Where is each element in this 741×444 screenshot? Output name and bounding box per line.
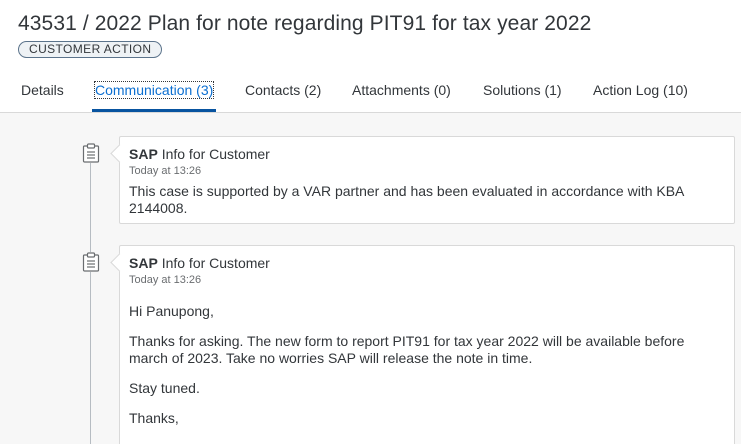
tab-communication-label: Communication (3) [93, 81, 215, 99]
tab-action-log[interactable]: Action Log (10) [593, 82, 688, 98]
message-header: SAP Info for Customer [120, 246, 734, 271]
page-header: 43531 / 2022 Plan for note regarding PIT… [0, 0, 741, 113]
message-time: Today at 13:26 [129, 165, 202, 177]
tab-contacts[interactable]: Contacts (2) [245, 82, 321, 98]
message-paragraph: Thanks, [129, 410, 179, 426]
message-paragraph: This case is supported by a VAR partner … [129, 183, 684, 216]
message-body: This case is supported by a VAR partner … [120, 177, 734, 217]
tab-details-label: Details [21, 82, 64, 98]
tab-action-log-label: Action Log (10) [593, 82, 688, 98]
page-title: 43531 / 2022 Plan for note regarding PIT… [18, 12, 592, 35]
status-badge: CUSTOMER ACTION [18, 41, 163, 58]
message-paragraph: Stay tuned. [129, 380, 200, 396]
message-body: Hi Panupong, Thanks for asking. The new … [120, 303, 734, 427]
tab-attachments-label: Attachments (0) [352, 82, 451, 98]
tab-communication[interactable]: Communication (3) [93, 81, 215, 99]
tab-attachments[interactable]: Attachments (0) [352, 82, 451, 98]
message-author: SAP [129, 255, 158, 271]
tab-bar: Details Communication (3) Contacts (2) A… [0, 81, 741, 112]
active-tab-indicator [92, 109, 216, 112]
tab-solutions[interactable]: Solutions (1) [483, 82, 562, 98]
message-card: SAP Info for Customer Today at 13:26 Thi… [119, 136, 735, 224]
message-type: Info for Customer [161, 146, 270, 162]
tab-contacts-label: Contacts (2) [245, 82, 322, 98]
clipboard-icon [82, 143, 100, 163]
message-type: Info for Customer [161, 255, 270, 271]
message-header: SAP Info for Customer [120, 137, 734, 162]
tab-details[interactable]: Details [21, 82, 64, 98]
message-paragraph: Hi Panupong, [129, 303, 214, 319]
message-time: Today at 13:26 [129, 274, 202, 286]
message-author: SAP [129, 146, 158, 162]
message-card: SAP Info for Customer Today at 13:26 Hi … [119, 245, 735, 444]
tab-solutions-label: Solutions (1) [483, 82, 562, 98]
clipboard-icon [82, 252, 100, 272]
timeline-line [90, 162, 91, 444]
message-paragraph: Thanks for asking. The new form to repor… [129, 333, 685, 366]
